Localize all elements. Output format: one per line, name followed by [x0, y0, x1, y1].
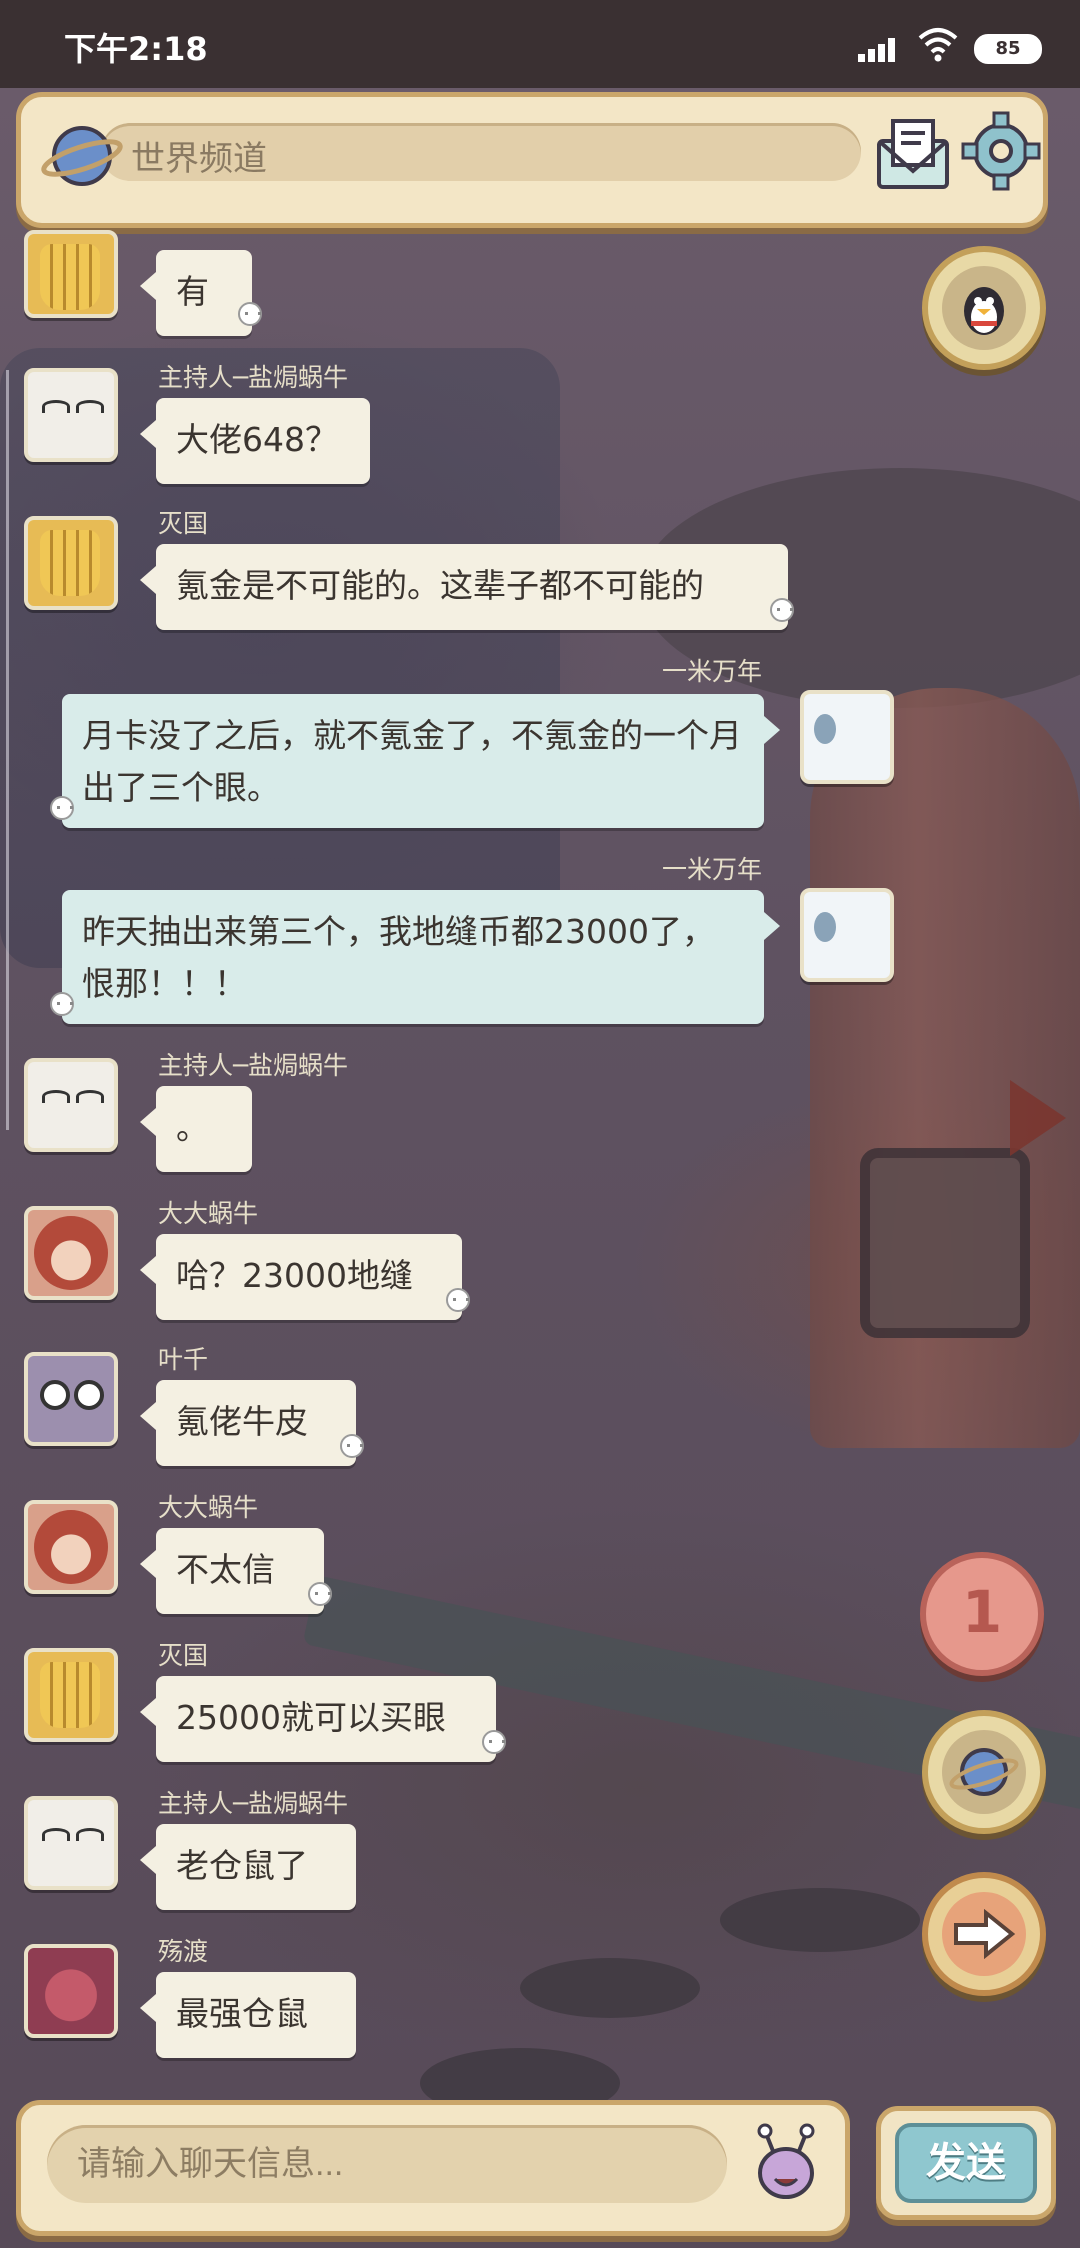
play-arrow-icon[interactable] — [1010, 1080, 1066, 1156]
penguin-button[interactable] — [922, 246, 1046, 370]
snail-avatar[interactable] — [24, 1796, 118, 1890]
chat-bubble: 月卡没了之后，就不氪金了，不氪金的一个月出了三个眼。 — [62, 694, 780, 828]
message-text: 有 — [176, 272, 209, 311]
chat-bubble: 大佬648？ — [140, 398, 370, 484]
ghost-avatar[interactable] — [800, 690, 894, 784]
message-text: 25000就可以买眼 — [176, 1698, 446, 1737]
planet-icon[interactable] — [41, 115, 123, 197]
chat-scrollbar[interactable] — [6, 370, 9, 1130]
redhair-avatar[interactable] — [24, 1500, 118, 1594]
snail-avatar[interactable] — [24, 368, 118, 462]
glove-avatar[interactable] — [24, 1648, 118, 1742]
snail-avatar[interactable] — [24, 1058, 118, 1152]
glove-avatar[interactable] — [24, 516, 118, 610]
chat-bubble: 25000就可以买眼 — [140, 1676, 496, 1762]
channel-name: 世界频道 — [131, 139, 267, 179]
mail-icon[interactable] — [869, 111, 957, 199]
chat-bubble: 有 — [140, 250, 252, 336]
battery-indicator: 85 — [974, 34, 1042, 64]
chat-bubble: 哈？23000地缝 — [140, 1234, 462, 1320]
chat-bubble: 最强仓鼠 — [140, 1972, 356, 2058]
robot-avatar[interactable] — [24, 1352, 118, 1446]
ghost-avatar[interactable] — [800, 888, 894, 982]
more-icon[interactable] — [482, 1730, 506, 1754]
chat-bubble: 。 — [140, 1086, 252, 1172]
username: 一米万年 — [662, 855, 763, 884]
rock-shape — [720, 1888, 920, 1952]
chat-bubble: 氪金是不可能的。这辈子都不可能的 — [140, 544, 788, 630]
chat-bubble: 昨天抽出来第三个，我地缝币都23000了，恨那！！！ — [62, 890, 780, 1024]
chat-bubble: 氪佬牛皮 — [140, 1380, 356, 1466]
message-text: 老仓鼠了 — [176, 1846, 308, 1885]
glove-avatar[interactable] — [24, 230, 118, 318]
more-icon[interactable] — [446, 1288, 470, 1312]
message-text: 月卡没了之后，就不氪金了，不氪金的一个月出了三个眼。 — [82, 716, 742, 807]
username: 大大蜗牛 — [158, 1493, 259, 1522]
gear-icon[interactable] — [961, 111, 1041, 191]
unread-count-badge[interactable]: 1 — [920, 1552, 1044, 1676]
more-icon[interactable] — [50, 796, 74, 820]
status-bar: 下午2:18 85 — [0, 0, 1080, 88]
message-text: 氪金是不可能的。这辈子都不可能的 — [176, 566, 704, 605]
username: 叶千 — [158, 1345, 209, 1374]
more-icon[interactable] — [238, 302, 262, 326]
username: 灭国 — [158, 509, 209, 538]
message-text: 不太信 — [176, 1550, 275, 1589]
chat-bubble: 老仓鼠了 — [140, 1824, 356, 1910]
more-icon[interactable] — [308, 1582, 332, 1606]
message-input-bar — [16, 2100, 850, 2236]
message-text: 。 — [176, 1108, 209, 1147]
message-input[interactable] — [47, 2125, 727, 2203]
exit-button[interactable] — [922, 1872, 1046, 1996]
username: 主持人─盐焗蜗牛 — [158, 363, 349, 392]
message-text: 昨天抽出来第三个，我地缝币都23000了，恨那！！！ — [82, 912, 715, 1003]
more-icon[interactable] — [50, 992, 74, 1016]
username: 一米万年 — [662, 657, 763, 686]
redhair-avatar[interactable] — [24, 1206, 118, 1300]
arrow-right-icon — [954, 1909, 1016, 1959]
rock-shape — [520, 1958, 700, 2018]
signal-icon — [858, 36, 900, 62]
username: 灭国 — [158, 1641, 209, 1670]
status-time: 下午2:18 — [64, 30, 208, 68]
world-channel-button[interactable] — [922, 1710, 1046, 1834]
message-text: 氪佬牛皮 — [176, 1402, 308, 1441]
more-icon[interactable] — [770, 598, 794, 622]
message-text: 最强仓鼠 — [176, 1994, 308, 2033]
emoji-icon[interactable] — [743, 2121, 829, 2207]
message-text: 哈？23000地缝 — [176, 1256, 413, 1295]
wifi-icon — [918, 28, 958, 62]
message-text: 大佬648？ — [176, 420, 338, 459]
channel-header: 世界频道 — [16, 92, 1048, 228]
more-icon[interactable] — [340, 1434, 364, 1458]
send-button-label: 发送 — [895, 2123, 1037, 2203]
username: 主持人─盐焗蜗牛 — [158, 1789, 349, 1818]
chat-bubble: 不太信 — [140, 1528, 324, 1614]
penguin-icon — [964, 287, 1004, 335]
username: 主持人─盐焗蜗牛 — [158, 1051, 349, 1080]
send-button[interactable]: 发送 — [876, 2106, 1056, 2220]
username: 大大蜗牛 — [158, 1199, 259, 1228]
rocket-door — [860, 1148, 1030, 1338]
username: 殇渡 — [158, 1937, 209, 1966]
planet-icon — [949, 1748, 1019, 1796]
pink-avatar[interactable] — [24, 1944, 118, 2038]
